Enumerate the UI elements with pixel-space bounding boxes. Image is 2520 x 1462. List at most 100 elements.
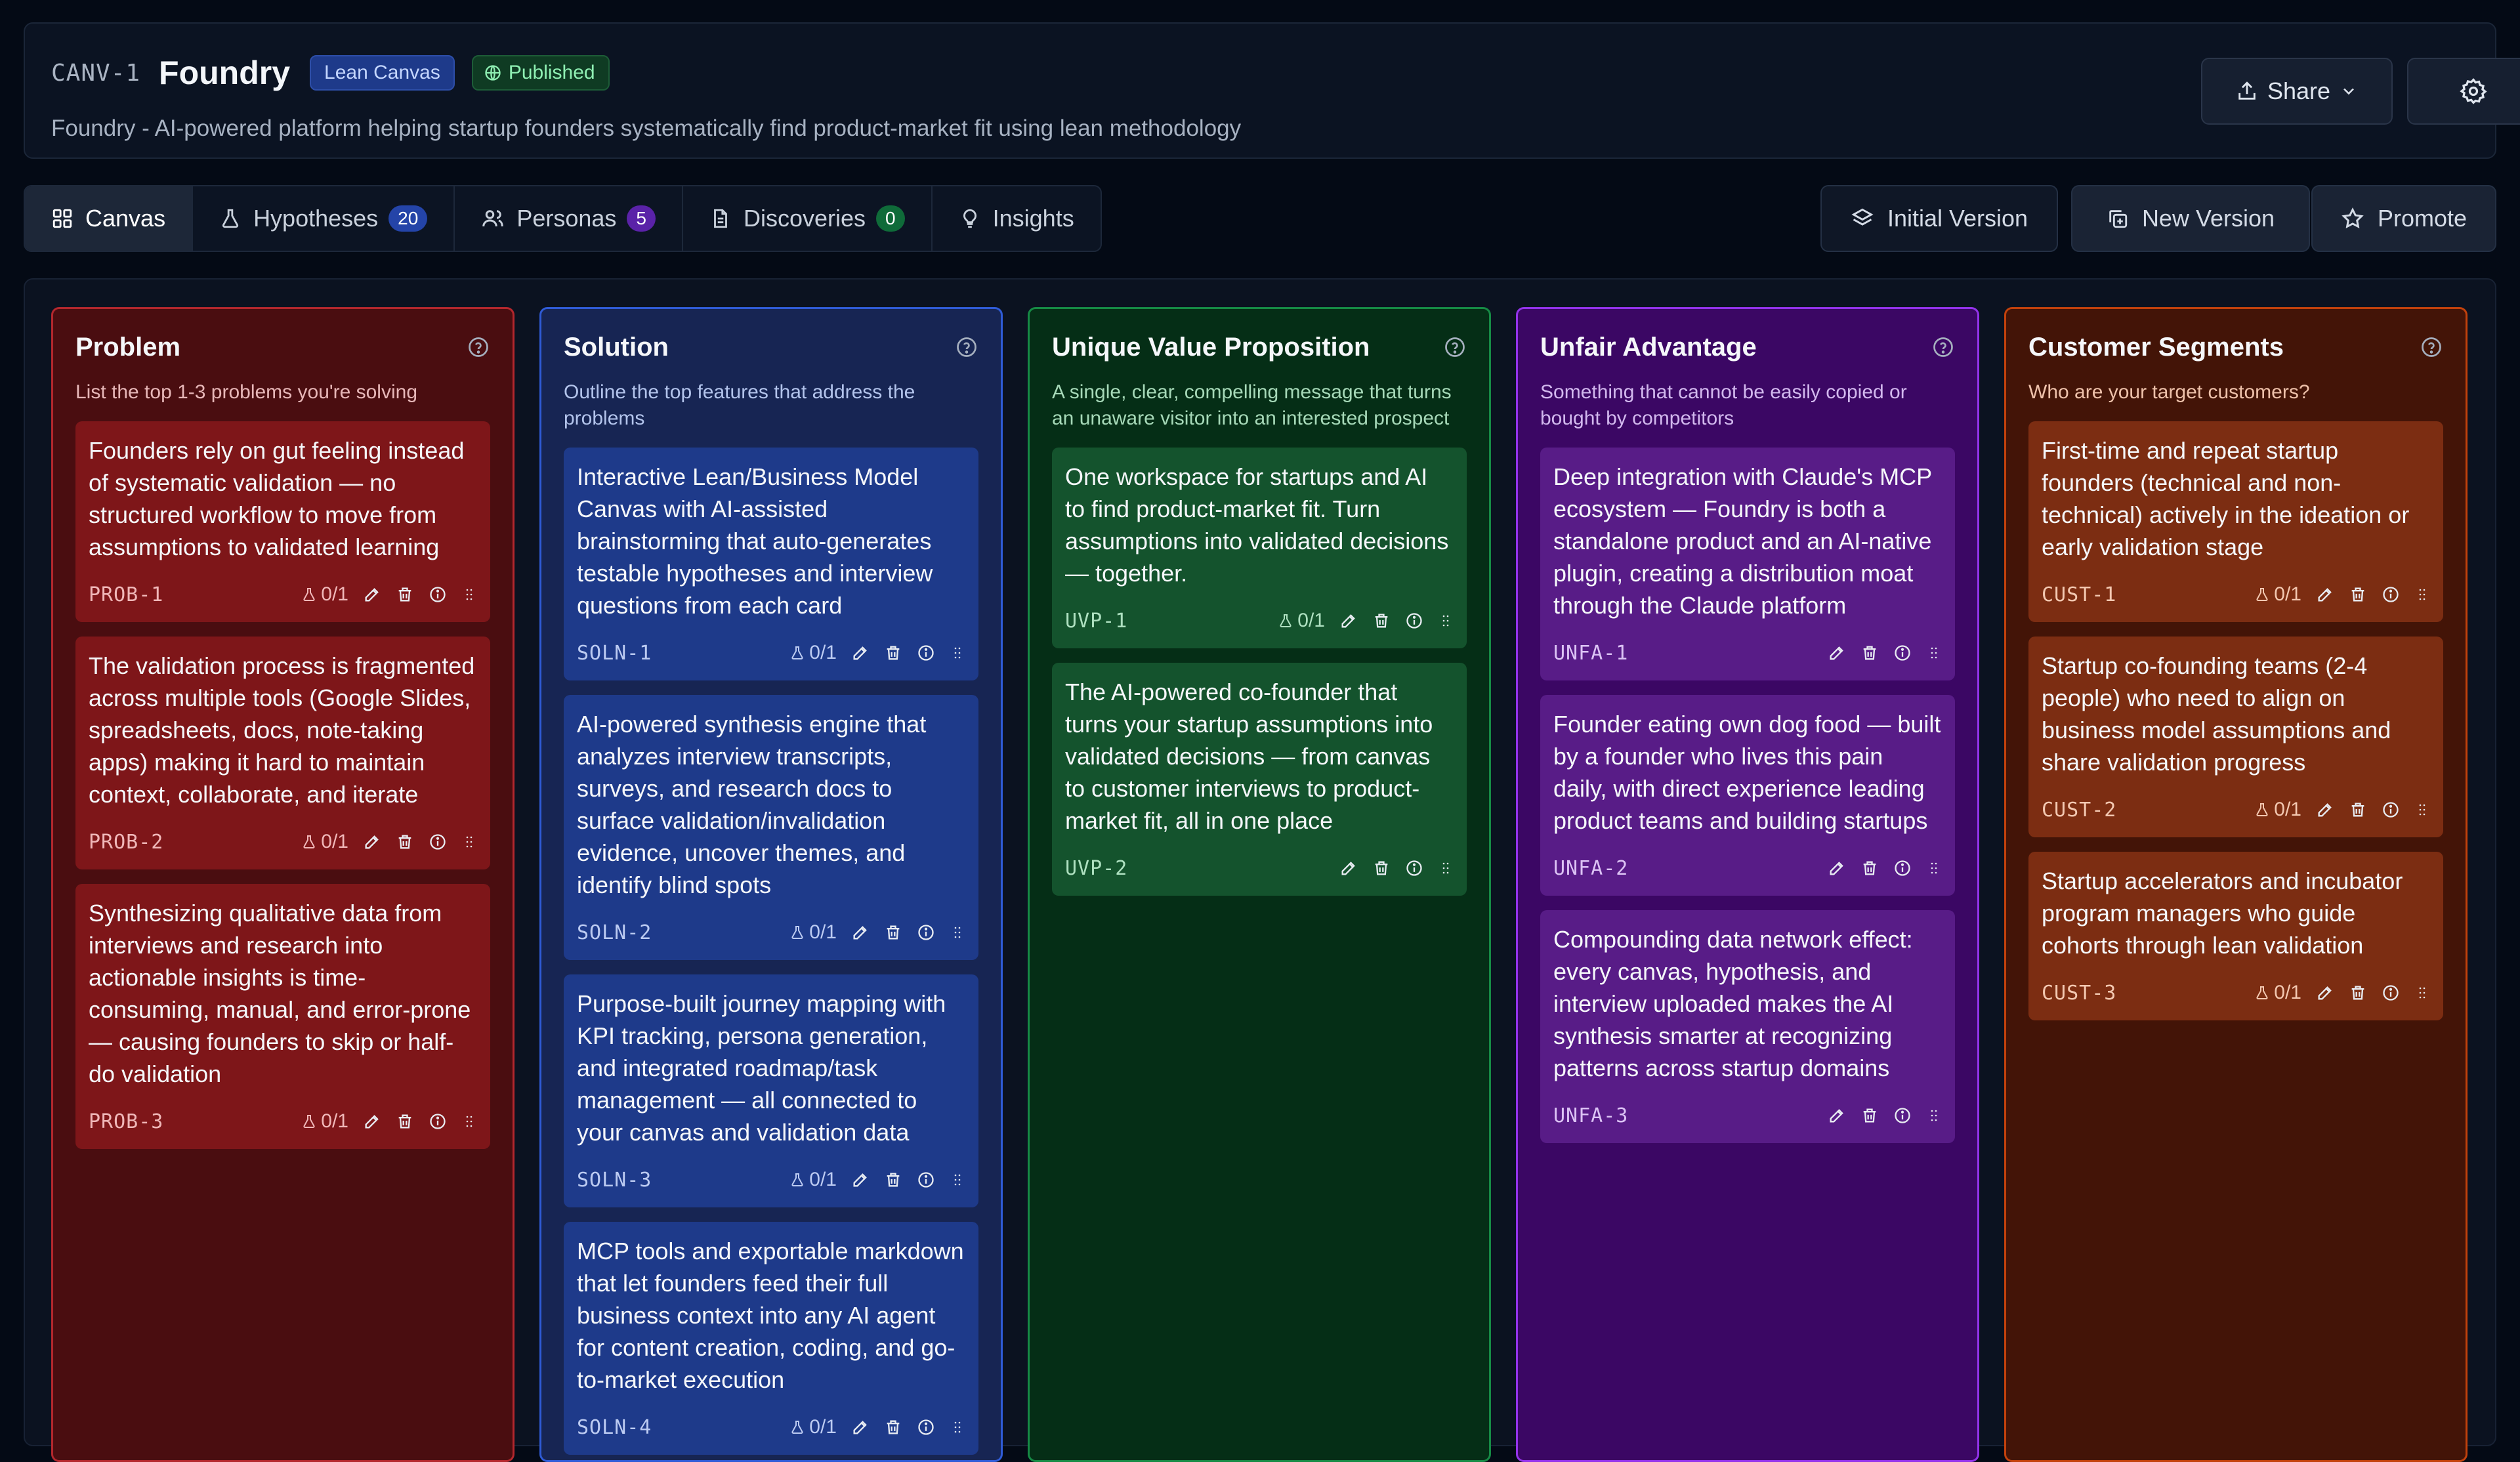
new-version-button[interactable]: New Version (2071, 185, 2310, 252)
hypothesis-validation-count[interactable]: 0/1 (2254, 982, 2301, 1004)
column-help-button[interactable] (1443, 335, 1467, 362)
drag-handle-icon[interactable] (950, 644, 965, 662)
tab-insights[interactable]: Insights (933, 186, 1101, 251)
pencil-icon[interactable] (1339, 612, 1358, 630)
trash-icon[interactable] (396, 1112, 414, 1131)
info-icon[interactable] (1405, 859, 1423, 877)
settings-button[interactable] (2407, 58, 2520, 125)
drag-handle-icon[interactable] (2414, 801, 2430, 819)
pencil-icon[interactable] (363, 1112, 381, 1131)
pencil-icon[interactable] (2316, 801, 2334, 819)
pencil-icon[interactable] (1828, 1106, 1846, 1125)
drag-handle-icon[interactable] (461, 1112, 477, 1131)
drag-handle-icon[interactable] (461, 833, 477, 851)
help-circle-icon[interactable] (955, 335, 978, 359)
pencil-icon[interactable] (851, 1171, 870, 1189)
pencil-icon[interactable] (363, 833, 381, 851)
tab-hypotheses[interactable]: Hypotheses 20 (193, 186, 455, 251)
trash-icon[interactable] (2349, 801, 2367, 819)
info-icon[interactable] (429, 1112, 447, 1131)
hypothesis-validation-count[interactable]: 0/1 (1278, 610, 1325, 632)
column-help-button[interactable] (467, 335, 490, 362)
info-icon[interactable] (917, 644, 935, 662)
help-circle-icon[interactable] (467, 335, 490, 359)
canvas-card[interactable]: The AI-powered co-founder that turns you… (1052, 663, 1467, 896)
trash-icon[interactable] (2349, 585, 2367, 604)
canvas-card[interactable]: Startup accelerators and incubator progr… (2028, 852, 2443, 1020)
info-icon[interactable] (429, 585, 447, 604)
hypothesis-validation-count[interactable]: 0/1 (789, 1169, 837, 1191)
drag-handle-icon[interactable] (461, 585, 477, 604)
drag-handle-icon[interactable] (950, 923, 965, 942)
canvas-card[interactable]: First-time and repeat startup founders (… (2028, 421, 2443, 622)
canvas-card[interactable]: Synthesizing qualitative data from inter… (75, 884, 490, 1149)
pencil-icon[interactable] (851, 923, 870, 942)
drag-handle-icon[interactable] (1926, 859, 1942, 877)
canvas-card[interactable]: Startup co-founding teams (2-4 people) w… (2028, 637, 2443, 837)
trash-icon[interactable] (1372, 859, 1391, 877)
canvas-card[interactable]: MCP tools and exportable markdown that l… (564, 1222, 978, 1455)
column-help-button[interactable] (2420, 335, 2443, 362)
canvas-card[interactable]: Interactive Lean/Business Model Canvas w… (564, 448, 978, 680)
help-circle-icon[interactable] (2420, 335, 2443, 359)
hypothesis-validation-count[interactable]: 0/1 (789, 1416, 837, 1438)
trash-icon[interactable] (2349, 984, 2367, 1002)
info-icon[interactable] (2382, 585, 2400, 604)
canvas-card[interactable]: Compounding data network effect: every c… (1540, 910, 1955, 1143)
column-help-button[interactable] (955, 335, 978, 362)
canvas-card[interactable]: One workspace for startups and AI to fin… (1052, 448, 1467, 648)
trash-icon[interactable] (1860, 644, 1879, 662)
info-icon[interactable] (2382, 984, 2400, 1002)
canvas-card[interactable]: AI-powered synthesis engine that analyze… (564, 695, 978, 960)
pencil-icon[interactable] (1339, 859, 1358, 877)
info-icon[interactable] (917, 1418, 935, 1436)
drag-handle-icon[interactable] (1926, 644, 1942, 662)
hypothesis-validation-count[interactable]: 0/1 (2254, 799, 2301, 821)
canvas-card[interactable]: The validation process is fragmented acr… (75, 637, 490, 869)
hypothesis-validation-count[interactable]: 0/1 (301, 583, 348, 606)
hypothesis-validation-count[interactable]: 0/1 (789, 642, 837, 664)
trash-icon[interactable] (884, 923, 902, 942)
drag-handle-icon[interactable] (2414, 585, 2430, 604)
trash-icon[interactable] (396, 833, 414, 851)
trash-icon[interactable] (1860, 1106, 1879, 1125)
drag-handle-icon[interactable] (950, 1171, 965, 1189)
canvas-card[interactable]: Purpose-built journey mapping with KPI t… (564, 974, 978, 1207)
info-icon[interactable] (1893, 859, 1912, 877)
pencil-icon[interactable] (363, 585, 381, 604)
pencil-icon[interactable] (2316, 585, 2334, 604)
hypothesis-validation-count[interactable]: 0/1 (2254, 583, 2301, 606)
canvas-card[interactable]: Founders rely on gut feeling instead of … (75, 421, 490, 622)
info-icon[interactable] (1893, 644, 1912, 662)
share-button[interactable]: Share (2201, 58, 2393, 125)
trash-icon[interactable] (1372, 612, 1391, 630)
help-circle-icon[interactable] (1443, 335, 1467, 359)
pencil-icon[interactable] (2316, 984, 2334, 1002)
pencil-icon[interactable] (1828, 859, 1846, 877)
canvas-card[interactable]: Founder eating own dog food — built by a… (1540, 695, 1955, 896)
trash-icon[interactable] (396, 585, 414, 604)
pencil-icon[interactable] (851, 1418, 870, 1436)
canvas-card[interactable]: Deep integration with Claude's MCP ecosy… (1540, 448, 1955, 680)
pencil-icon[interactable] (1828, 644, 1846, 662)
hypothesis-validation-count[interactable]: 0/1 (789, 921, 837, 944)
tab-canvas[interactable]: Canvas (25, 186, 194, 251)
tab-personas[interactable]: Personas 5 (455, 186, 683, 251)
trash-icon[interactable] (1860, 859, 1879, 877)
drag-handle-icon[interactable] (950, 1418, 965, 1436)
trash-icon[interactable] (884, 1171, 902, 1189)
info-icon[interactable] (429, 833, 447, 851)
initial-version-button[interactable]: Initial Version (1820, 185, 2058, 252)
tab-discoveries[interactable]: Discoveries 0 (683, 186, 933, 251)
hypothesis-validation-count[interactable]: 0/1 (301, 831, 348, 853)
drag-handle-icon[interactable] (1438, 612, 1454, 630)
info-icon[interactable] (917, 1171, 935, 1189)
drag-handle-icon[interactable] (1438, 859, 1454, 877)
hypothesis-validation-count[interactable]: 0/1 (301, 1110, 348, 1133)
promote-button[interactable]: Promote (2311, 185, 2496, 252)
drag-handle-icon[interactable] (2414, 984, 2430, 1002)
help-circle-icon[interactable] (1931, 335, 1955, 359)
info-icon[interactable] (2382, 801, 2400, 819)
trash-icon[interactable] (884, 1418, 902, 1436)
trash-icon[interactable] (884, 644, 902, 662)
